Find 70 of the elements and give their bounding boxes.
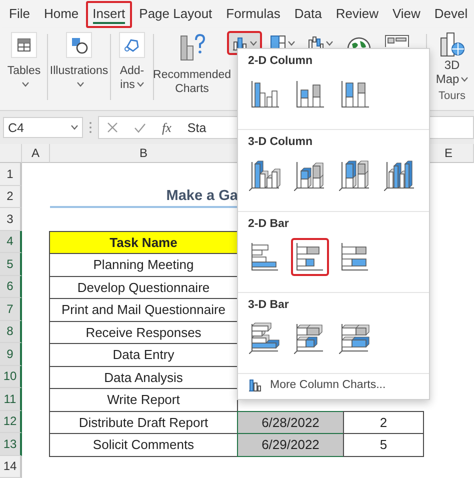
chart-option[interactable] — [291, 238, 329, 276]
row-header[interactable]: 10 — [0, 366, 22, 388]
section-title: 3-D Column — [247, 136, 314, 148]
table-cell: Solicit Comments — [49, 433, 238, 456]
ribbon-button[interactable]: Add-ins — [114, 28, 150, 110]
caret-icon — [71, 125, 78, 130]
cancel-icon[interactable] — [107, 122, 118, 133]
column-chart-icon — [249, 159, 281, 192]
ribbon-tab[interactable]: Devel — [427, 0, 474, 28]
ribbon-tab[interactable]: File — [2, 0, 37, 28]
ribbon-tab[interactable]: Data — [287, 0, 329, 28]
table-cell: 6/28/2022 — [237, 410, 344, 434]
caret-icon — [136, 82, 144, 88]
column-chart-icon — [384, 159, 416, 192]
table-header-cell: Task Name — [49, 230, 238, 254]
more-charts-link[interactable]: More Column Charts... — [238, 374, 429, 396]
bar-chart-icon — [294, 240, 326, 273]
row-header[interactable]: 3 — [0, 208, 22, 230]
table-icon — [11, 32, 37, 58]
table-cell: 6/29/2022 — [237, 433, 344, 456]
row-header[interactable]: 5 — [0, 253, 22, 276]
section-title: 2-D Bar — [247, 218, 290, 230]
grip-icon — [89, 121, 92, 134]
caret-icon — [76, 82, 84, 88]
caret-icon — [22, 82, 28, 88]
group-label: Tours — [438, 90, 466, 102]
row-header[interactable]: 4 — [0, 230, 22, 253]
shapes-icon — [66, 32, 92, 58]
bar-chart-icon — [249, 240, 281, 273]
sheet-title: Make a Ga — [166, 188, 238, 204]
table-cell: 5 — [343, 433, 424, 456]
row-header[interactable]: 11 — [0, 388, 22, 410]
caret-icon — [461, 77, 468, 82]
name-box[interactable]: C4 — [3, 117, 83, 138]
column-chart-icon — [294, 78, 326, 110]
enter-icon[interactable] — [134, 122, 146, 132]
column-chart-icon — [248, 378, 262, 392]
bar-chart-icon — [249, 322, 281, 354]
column-chart-icon — [294, 159, 326, 192]
ribbon-tab[interactable]: Review — [328, 0, 386, 28]
column-header[interactable]: A — [22, 144, 50, 163]
row-header[interactable]: 14 — [0, 456, 22, 478]
row-header[interactable]: 9 — [0, 343, 22, 366]
column-header[interactable]: B — [50, 144, 238, 163]
ribbon-button[interactable]: Tables — [4, 28, 44, 110]
row-header[interactable]: 13 — [0, 433, 22, 456]
bar-chart-icon — [339, 322, 371, 354]
caret-icon — [250, 40, 257, 46]
column-chart-icon — [339, 159, 371, 192]
section-title: 3-D Bar — [247, 298, 290, 311]
bar-chart-icon — [339, 240, 371, 273]
row-header[interactable]: 6 — [0, 276, 22, 298]
row-header[interactable]: 7 — [0, 298, 22, 320]
ribbon-tab[interactable]: View — [385, 0, 428, 28]
caret-icon — [326, 40, 333, 46]
caret-icon — [288, 40, 295, 46]
column-chart-icon — [249, 78, 281, 110]
table-cell: 2 — [343, 410, 424, 434]
column-chart-icon — [339, 78, 371, 110]
ribbon-tab[interactable]: Formulas — [219, 0, 288, 28]
row-header[interactable]: 1 — [0, 163, 22, 186]
ribbon-tab[interactable]: Home — [36, 0, 86, 28]
bar-chart-icon — [294, 322, 326, 354]
map-button[interactable]: 3D Map — [432, 30, 472, 86]
ribbon-tab[interactable]: Page Layout — [132, 0, 220, 28]
section-title: 2-D Column — [247, 55, 314, 67]
row-header[interactable]: 8 — [0, 320, 22, 343]
row-header[interactable]: 2 — [0, 186, 22, 208]
row-header[interactable]: 12 — [0, 410, 22, 433]
ribbon-button[interactable]: Illustrations — [51, 28, 107, 110]
